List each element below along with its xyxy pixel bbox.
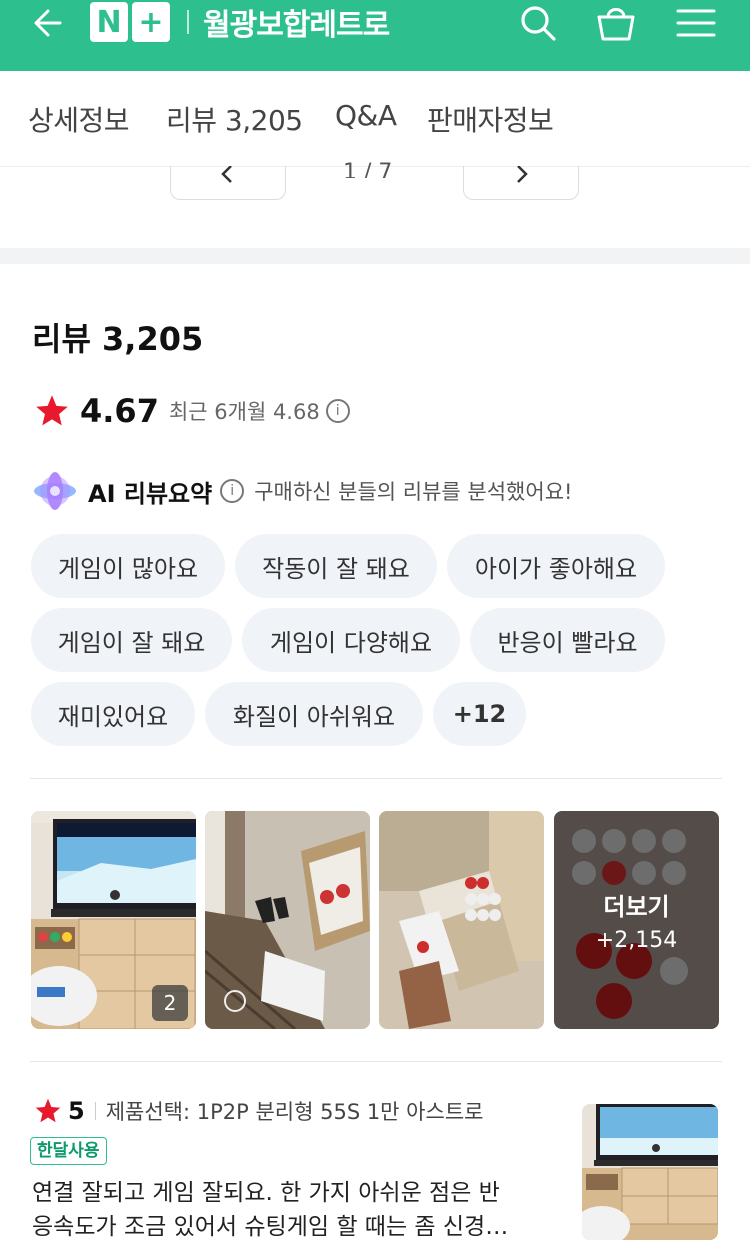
logo-plus: +	[132, 2, 170, 42]
ai-summary-description: 구매하신 분들의 리뷰를 분석했어요!	[254, 480, 573, 504]
photo-floor-box	[205, 811, 370, 1029]
tab-qna[interactable]: Q&A	[335, 99, 397, 132]
page-indicator: 1 / 7	[343, 160, 393, 178]
review-photo[interactable]: 2	[31, 811, 196, 1029]
review-photo[interactable]	[379, 811, 544, 1029]
review-text-line: 응속도가 조금 있어서 슈팅게임 할 때는 좀 신경…	[32, 1214, 509, 1240]
keyword-chip[interactable]: 반응이 빨라요	[470, 608, 665, 672]
review-score: 5	[68, 1097, 85, 1125]
chevron-right-icon	[517, 166, 528, 183]
menu-icon[interactable]	[674, 0, 718, 46]
tab-detail[interactable]: 상세정보	[28, 99, 130, 139]
separator	[94, 1102, 96, 1120]
keyword-chip[interactable]: 게임이 다양해요	[242, 608, 460, 672]
info-icon[interactable]: i	[325, 399, 350, 423]
review-photo[interactable]	[205, 811, 370, 1029]
star-icon	[35, 1098, 61, 1123]
search-icon[interactable]	[516, 0, 560, 46]
keyword-chip[interactable]: 작동이 잘 돼요	[235, 534, 437, 598]
naver-plus-logo[interactable]: N +	[90, 2, 172, 42]
review-photo-more[interactable]: 더보기 +2,154	[554, 811, 719, 1029]
keyword-chip[interactable]: 아이가 좋아해요	[447, 534, 665, 598]
review-section-title: 리뷰 3,205	[32, 320, 204, 358]
store-name[interactable]: 월광보합레트로	[203, 0, 390, 44]
divider	[30, 778, 722, 779]
ai-summary-row: AI 리뷰요약 i 구매하신 분들의 리뷰를 분석했어요!	[32, 470, 572, 512]
rating-summary: 4.67 최근 6개월 4.68 i	[34, 392, 350, 430]
back-arrow-icon[interactable]	[26, 0, 66, 46]
review-text[interactable]: 연결 잘되고 게임 잘되요. 한 가지 아쉬운 점은 반 응속도가 조금 있어서…	[32, 1176, 552, 1244]
keyword-chip[interactable]: 게임이 많아요	[31, 534, 225, 598]
review-header: 5 제품선택: 1P2P 분리형 55S 1만 아스트로	[34, 1096, 554, 1126]
average-rating: 4.67	[80, 392, 159, 430]
logo-divider	[187, 10, 189, 34]
keyword-chip[interactable]: 게임이 잘 돼요	[31, 608, 232, 672]
recent-rating: 최근 6개월 4.68	[168, 400, 320, 424]
chevron-left-icon	[221, 166, 232, 183]
review-text-line: 연결 잘되고 게임 잘되요. 한 가지 아쉬운 점은 반	[32, 1180, 500, 1206]
top-header: N + 월광보합레트로	[0, 0, 750, 71]
ai-sparkle-icon	[34, 472, 76, 510]
keyword-chip[interactable]: 화질이 아쉬워요	[205, 682, 423, 746]
photo-tv-game	[582, 1104, 718, 1240]
tab-reviews[interactable]: 리뷰 3,205	[166, 99, 303, 139]
more-photos-label: 더보기	[603, 893, 670, 921]
keyword-chip[interactable]: 재미있어요	[31, 682, 195, 746]
more-photos-overlay[interactable]: 더보기 +2,154	[554, 811, 719, 1029]
photo-count-badge: 2	[152, 985, 188, 1021]
more-keywords-chip[interactable]: +12	[433, 682, 526, 746]
section-divider-band	[0, 248, 750, 264]
info-icon[interactable]: i	[220, 479, 245, 503]
ai-summary-label: AI 리뷰요약	[88, 479, 213, 508]
tab-seller-info[interactable]: 판매자정보	[427, 99, 554, 139]
review-thumbnail[interactable]: 2	[582, 1104, 718, 1240]
photo-arcade-boxes	[379, 811, 544, 1029]
cart-icon[interactable]	[594, 0, 638, 46]
prev-page-button[interactable]	[170, 166, 286, 200]
next-page-button[interactable]	[463, 166, 579, 200]
star-icon	[36, 395, 68, 426]
product-tabs: 상세정보 리뷰 3,205 Q&A 판매자정보	[0, 71, 750, 167]
more-photos-count: +2,154	[595, 928, 678, 953]
logo-n: N	[90, 2, 128, 42]
usage-period-badge: 한달사용	[30, 1137, 107, 1165]
review-product-option: 제품선택: 1P2P 분리형 55S 1만 아스트로	[105, 1100, 484, 1124]
divider	[30, 1061, 722, 1062]
